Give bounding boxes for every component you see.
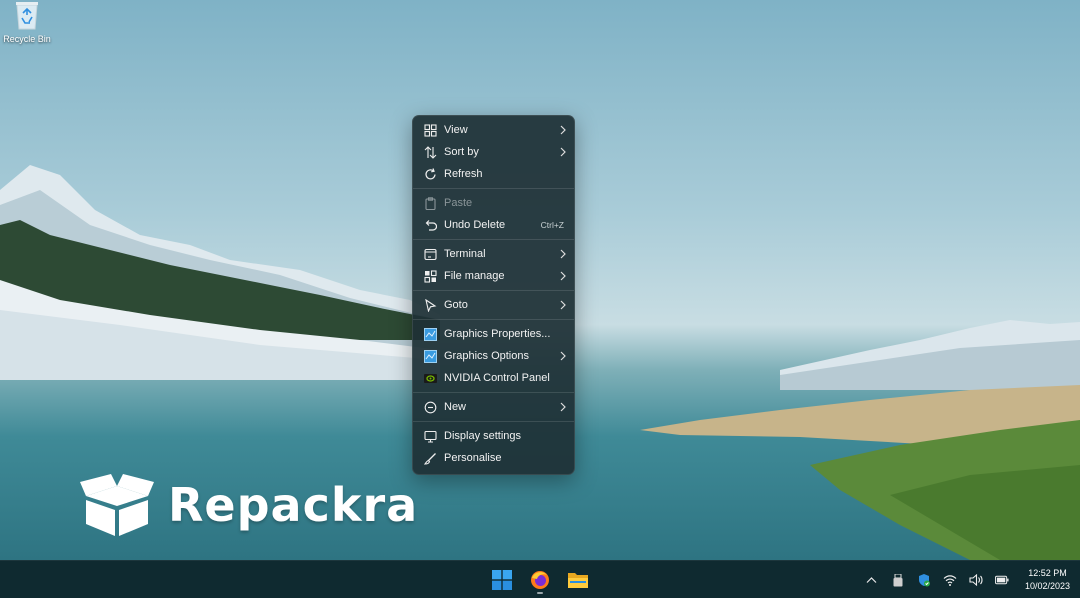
volume-icon[interactable]	[969, 573, 983, 587]
start-button[interactable]	[488, 565, 516, 595]
watermark: Repackra	[78, 470, 418, 540]
wifi-icon[interactable]	[943, 573, 957, 587]
taskbar-clock[interactable]: 12:52 PM 10/02/2023	[1025, 567, 1070, 593]
running-indicator	[537, 592, 543, 594]
box-logo-icon	[80, 474, 154, 536]
menu-item-label: New	[444, 401, 467, 413]
clock-date: 10/02/2023	[1024, 581, 1070, 591]
recycle-bin-shortcut[interactable]: Recycle Bin	[2, 0, 52, 52]
chevron-right-icon	[558, 125, 568, 135]
menu-item-personalise[interactable]: Personalise	[413, 447, 574, 469]
chevron-right-icon	[558, 271, 568, 281]
menu-item-sort-by[interactable]: Sort by	[413, 141, 574, 163]
menu-item-terminal[interactable]: Terminal	[413, 243, 574, 265]
cursor-icon	[423, 298, 437, 312]
menu-item-label: Paste	[444, 197, 473, 209]
menu-item-label: Personalise	[444, 452, 502, 464]
menu-item-label: Graphics Options	[444, 350, 529, 362]
battery-icon[interactable]	[994, 573, 1009, 587]
taskbar-file-explorer[interactable]	[564, 565, 592, 595]
menu-item-graphics-options[interactable]: Graphics Options	[413, 345, 574, 367]
nvidia-icon	[423, 371, 437, 385]
security-shield-icon[interactable]	[917, 573, 931, 587]
chevron-up-icon[interactable]	[865, 573, 879, 587]
sort-icon	[423, 145, 437, 159]
chevron-right-icon	[558, 402, 568, 412]
chevron-right-icon	[558, 351, 568, 361]
windows-start-icon	[492, 570, 512, 590]
undo-icon	[423, 218, 437, 232]
display-icon	[423, 429, 437, 443]
menu-separator	[413, 392, 574, 393]
menu-item-label: NVIDIA Control Panel	[444, 372, 550, 384]
intel-graphics-icon	[423, 327, 437, 341]
brush-icon	[423, 451, 437, 465]
chevron-right-icon	[558, 249, 568, 259]
menu-item-display-settings[interactable]: Display settings	[413, 425, 574, 447]
menu-item-label: View	[444, 124, 468, 136]
menu-item-label: Sort by	[444, 146, 479, 158]
intel-graphics-icon	[423, 349, 437, 363]
new-icon	[423, 400, 437, 414]
refresh-icon	[423, 167, 437, 181]
clipboard-icon	[423, 196, 437, 210]
firefox-icon	[531, 571, 549, 589]
menu-item-label: Undo Delete	[444, 219, 506, 231]
chevron-right-icon	[558, 300, 568, 310]
usb-drive-icon[interactable]	[891, 573, 905, 587]
menu-item-nvidia-control-panel[interactable]: NVIDIA Control Panel	[413, 367, 574, 389]
menu-item-label: Goto	[444, 299, 468, 311]
grid-icon	[423, 123, 437, 137]
menu-item-file-manage[interactable]: File manage	[413, 265, 574, 287]
desktop-context-menu: View Sort by Refresh Paste Undo Delete C…	[412, 115, 575, 475]
menu-item-goto[interactable]: Goto	[413, 294, 574, 316]
watermark-text: Repackra	[168, 478, 419, 532]
menu-item-view[interactable]: View	[413, 119, 574, 141]
chevron-right-icon	[558, 147, 568, 157]
menu-item-shortcut: Ctrl+Z	[540, 220, 564, 230]
clock-time: 12:52 PM	[1028, 568, 1067, 578]
wallpaper-grass-shore	[640, 385, 1080, 560]
menu-separator	[413, 290, 574, 291]
menu-separator	[413, 421, 574, 422]
file-manage-icon	[423, 269, 437, 283]
menu-item-undo-delete[interactable]: Undo Delete Ctrl+Z	[413, 214, 574, 236]
menu-separator	[413, 239, 574, 240]
menu-item-paste[interactable]: Paste	[413, 192, 574, 214]
file-explorer-icon	[568, 573, 588, 588]
menu-item-label: Display settings	[444, 430, 522, 442]
wallpaper-mountains-left	[0, 165, 440, 380]
menu-item-label: Terminal	[444, 248, 486, 260]
menu-item-label: Refresh	[444, 168, 483, 180]
menu-item-refresh[interactable]: Refresh	[413, 163, 574, 185]
system-tray: 12:52 PM 10/02/2023	[859, 561, 1070, 599]
taskbar-firefox[interactable]	[526, 565, 554, 595]
menu-item-new[interactable]: New	[413, 396, 574, 418]
recycle-bin-icon	[16, 2, 38, 30]
terminal-icon	[423, 247, 437, 261]
menu-separator	[413, 319, 574, 320]
taskbar: 12:52 PM 10/02/2023	[0, 560, 1080, 598]
menu-separator	[413, 188, 574, 189]
menu-item-label: File manage	[444, 270, 505, 282]
menu-item-graphics-properties[interactable]: Graphics Properties...	[413, 323, 574, 345]
recycle-bin-label: Recycle Bin	[3, 34, 51, 44]
taskbar-apps	[488, 561, 592, 599]
menu-item-label: Graphics Properties...	[444, 328, 551, 340]
